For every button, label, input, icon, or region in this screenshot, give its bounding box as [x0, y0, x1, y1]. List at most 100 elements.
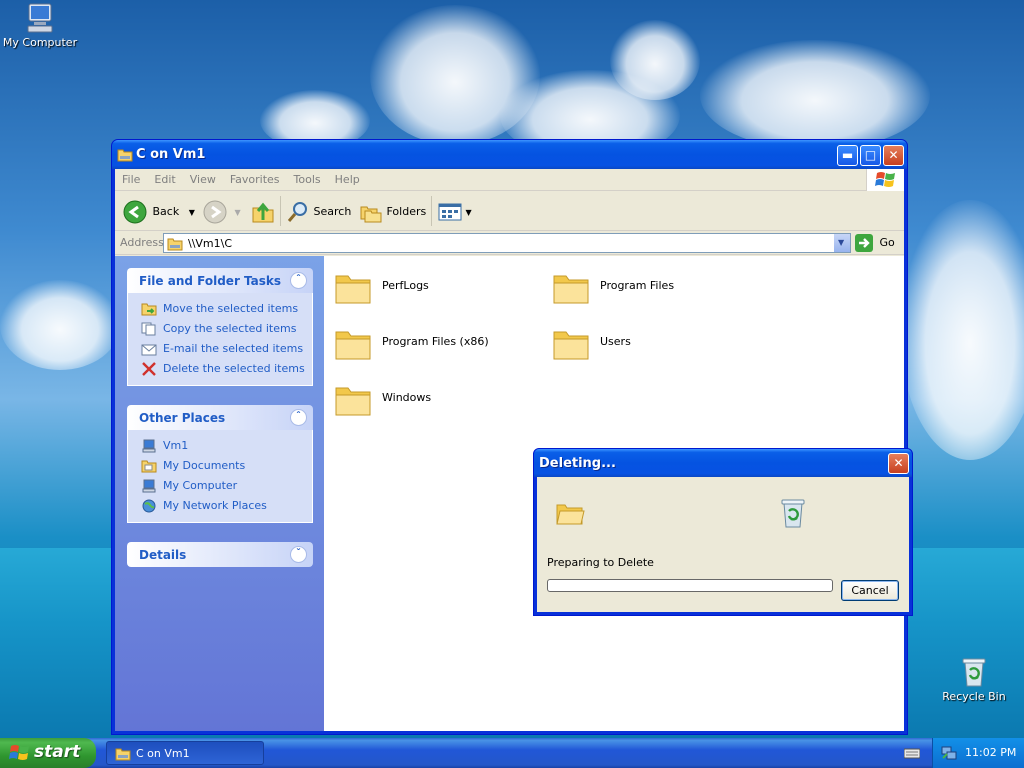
dialog-status-text: Preparing to Delete — [547, 556, 654, 569]
panel-header[interactable]: Details ˇ — [127, 542, 313, 567]
folder-icon — [115, 746, 131, 764]
panel-header[interactable]: Other Places ˆ — [127, 405, 313, 430]
up-folder-button[interactable] — [251, 199, 275, 225]
dialog-body: Preparing to Delete Cancel — [537, 477, 909, 612]
details-panel: Details ˇ — [127, 542, 313, 567]
recycle-bin-icon — [778, 497, 808, 532]
file-folder-tasks-panel: File and Folder Tasks ˆ Move the selecte… — [127, 268, 313, 386]
cancel-button[interactable]: Cancel — [841, 580, 899, 601]
chevron-down-icon: ▼ — [838, 238, 845, 247]
task-email-items[interactable]: E-mail the selected items — [140, 339, 312, 359]
collapse-icon[interactable]: ˆ — [290, 409, 307, 426]
menu-tools[interactable]: Tools — [287, 169, 328, 186]
task-pane: File and Folder Tasks ˆ Move the selecte… — [115, 256, 324, 731]
task-delete-items[interactable]: Delete the selected items — [140, 359, 312, 379]
desktop-icon-label: Recycle Bin — [942, 690, 1006, 703]
dialog-close-button[interactable]: ✕ — [888, 453, 909, 474]
forward-button[interactable]: ▼ — [203, 199, 241, 225]
place-label: Vm1 — [163, 439, 189, 452]
panel-body: Move the selected items Copy the selecte… — [127, 293, 313, 386]
place-my-documents[interactable]: My Documents — [140, 456, 312, 476]
expand-icon[interactable]: ˇ — [290, 546, 307, 563]
menu-view[interactable]: View — [183, 169, 223, 186]
place-label: My Network Places — [163, 499, 267, 512]
address-value: \\Vm1\C — [188, 237, 233, 250]
start-label: start — [34, 742, 81, 762]
views-button[interactable]: ▼ — [438, 199, 472, 225]
place-label: My Documents — [163, 459, 246, 472]
window-titlebar[interactable]: C on Vm1 ▬ □ ✕ — [112, 140, 907, 169]
toolbar-separator — [431, 196, 432, 226]
network-globe-icon — [141, 499, 157, 513]
panel-title: Details — [139, 548, 187, 562]
desktop-icon-my-computer[interactable]: My Computer — [0, 2, 80, 49]
desktop-icon-recycle-bin[interactable]: Recycle Bin — [934, 656, 1014, 703]
minimize-button[interactable]: ▬ — [837, 145, 858, 166]
folder-icon — [335, 331, 371, 360]
folder-name: Users — [600, 335, 631, 348]
menu-help[interactable]: Help — [328, 169, 367, 186]
address-dropdown-button[interactable]: ▼ — [833, 234, 850, 252]
folders-button[interactable]: Folders — [359, 199, 426, 225]
computer-icon — [23, 2, 57, 34]
chevron-down-icon: ▼ — [188, 208, 195, 217]
documents-folder-icon — [141, 459, 157, 473]
windows-logo — [866, 169, 904, 191]
email-icon — [141, 342, 157, 356]
folder-icon — [553, 275, 589, 304]
recycle-bin-icon — [957, 656, 991, 688]
folders-label: Folders — [386, 205, 427, 218]
menu-file[interactable]: File — [115, 169, 147, 186]
back-button[interactable]: Back ▼ — [123, 199, 195, 225]
clock[interactable]: 11:02 PM — [965, 746, 1016, 759]
panel-header[interactable]: File and Folder Tasks ˆ — [127, 268, 313, 293]
dialog-title: Deleting... — [539, 456, 616, 471]
place-my-network-places[interactable]: My Network Places — [140, 496, 312, 516]
start-button[interactable]: start — [0, 738, 96, 768]
maximize-button[interactable]: □ — [860, 145, 881, 166]
menu-bar: File Edit View Favorites Tools Help — [115, 169, 904, 191]
forward-arrow-icon — [203, 200, 227, 224]
close-icon: ✕ — [888, 148, 899, 162]
folder-icon — [335, 387, 371, 416]
menu-edit[interactable]: Edit — [147, 169, 182, 186]
folder-name: PerfLogs — [382, 279, 429, 292]
panel-title: Other Places — [139, 411, 226, 425]
chevron-down-icon: ▼ — [465, 208, 472, 217]
folder-name: Program Files (x86) — [382, 335, 489, 348]
up-folder-icon — [252, 202, 274, 223]
place-my-computer[interactable]: My Computer — [140, 476, 312, 496]
search-label: Search — [313, 205, 352, 218]
toolbar-separator — [280, 196, 281, 226]
system-tray: 11:02 PM — [932, 738, 1024, 768]
copy-icon — [141, 322, 157, 336]
network-icon[interactable] — [941, 745, 957, 764]
network-drive-icon — [167, 236, 183, 254]
folder-name: Program Files — [600, 279, 675, 292]
place-vm1[interactable]: Vm1 — [140, 436, 312, 456]
window-title: C on Vm1 — [136, 147, 206, 162]
task-label: Copy the selected items — [163, 322, 297, 335]
standard-toolbar: Back ▼ ▼ Search Folders ▼ — [115, 191, 904, 231]
dialog-titlebar[interactable]: Deleting... ✕ — [534, 449, 912, 477]
task-copy-items[interactable]: Copy the selected items — [140, 319, 312, 339]
folders-icon — [360, 206, 382, 223]
go-button[interactable]: Go — [855, 234, 895, 252]
folder-name: Windows — [382, 391, 432, 404]
close-button[interactable]: ✕ — [883, 145, 904, 166]
menu-favorites[interactable]: Favorites — [223, 169, 287, 186]
cloud — [0, 280, 120, 370]
cloud — [900, 200, 1024, 460]
other-places-panel: Other Places ˆ Vm1 My Documents My Compu… — [127, 405, 313, 523]
explorer-window: C on Vm1 ▬ □ ✕ File Edit View Favorites Tool… — [111, 139, 908, 735]
address-input[interactable]: \\Vm1\C ▼ — [163, 233, 851, 253]
deleting-dialog: Deleting... ✕ Preparing to Delete Cancel — [533, 448, 913, 616]
collapse-icon[interactable]: ˆ — [290, 272, 307, 289]
desktop-icon-label: My Computer — [2, 36, 78, 49]
panel-body: Vm1 My Documents My Computer My Network … — [127, 430, 313, 523]
taskbar-button-explorer[interactable]: C on Vm1 — [106, 741, 264, 765]
search-button[interactable]: Search — [286, 199, 351, 225]
cloud — [610, 20, 700, 100]
task-move-items[interactable]: Move the selected items — [140, 299, 312, 319]
keyboard-icon[interactable] — [903, 746, 921, 763]
